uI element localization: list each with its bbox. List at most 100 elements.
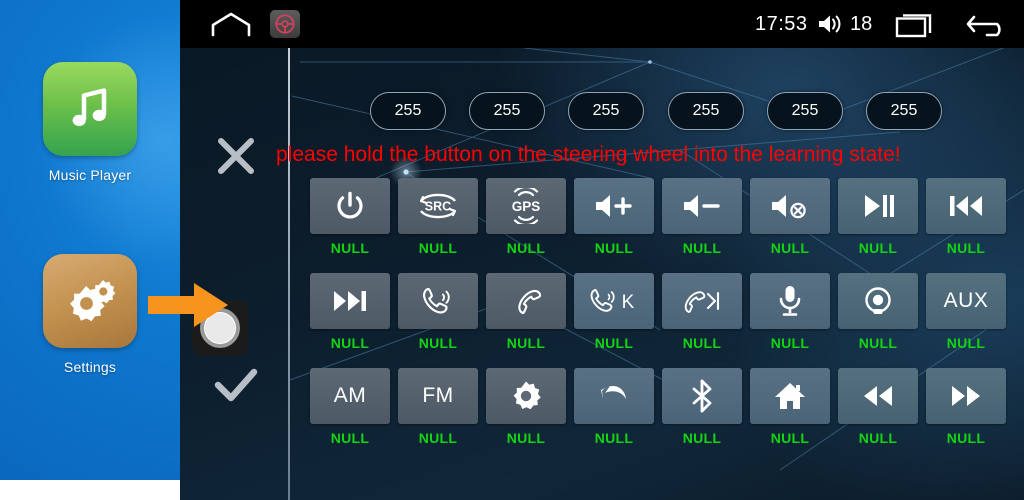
key-cell-home[interactable]: NULL (750, 368, 830, 446)
key-cell-src[interactable]: SRC NULL (398, 178, 478, 256)
key-label: NULL (594, 335, 634, 351)
volume-level: 18 (850, 12, 873, 35)
key-button[interactable] (926, 178, 1006, 234)
key-cell-camera[interactable]: NULL (838, 273, 918, 351)
next-track-icon (334, 291, 366, 311)
key-button[interactable] (750, 273, 830, 329)
key-cell-microphone[interactable]: NULL (750, 273, 830, 351)
key-button[interactable]: SRC (398, 178, 478, 234)
back-arrow-icon[interactable] (966, 0, 1012, 48)
key-button[interactable] (310, 178, 390, 234)
key-label: NULL (858, 430, 898, 446)
key-button[interactable] (486, 368, 566, 424)
key-button[interactable]: K (574, 273, 654, 329)
key-cell-answer-call[interactable]: NULL (398, 273, 478, 351)
key-cell-power[interactable]: NULL (310, 178, 390, 256)
key-button[interactable] (926, 368, 1006, 424)
gps-icon: GPS (512, 188, 540, 224)
key-cell-bluetooth[interactable]: NULL (662, 368, 742, 446)
adc-value-pill[interactable]: 255 (767, 92, 843, 130)
sidebar-item-label: Music Player (48, 167, 132, 183)
key-button[interactable] (750, 178, 830, 234)
key-label: NULL (946, 240, 986, 256)
adc-value-pill[interactable]: 255 (866, 92, 942, 130)
key-label: NULL (330, 335, 370, 351)
sidebar-item-music-player[interactable]: Music Player (0, 62, 180, 183)
learning-warning-text: please hold the button on the steering w… (276, 143, 901, 166)
key-button[interactable]: AUX (926, 273, 1006, 329)
key-cell-aux[interactable]: AUX NULL (926, 273, 1006, 351)
previous-track-icon (950, 196, 982, 216)
key-button[interactable] (310, 273, 390, 329)
key-button[interactable] (662, 178, 742, 234)
home-icon (775, 383, 805, 409)
key-cell-am[interactable]: AM NULL (310, 368, 390, 446)
key-button[interactable] (486, 273, 566, 329)
key-label: NULL (330, 430, 370, 446)
key-label: NULL (594, 240, 634, 256)
key-text: AUX (943, 289, 989, 312)
key-text: AM (333, 384, 367, 407)
sidebar-item-settings[interactable]: Settings (0, 254, 180, 375)
home-outline-icon[interactable] (210, 0, 252, 48)
volume-down-icon (684, 195, 720, 217)
key-cell-fm[interactable]: FM NULL (398, 368, 478, 446)
bluetooth-icon (692, 379, 712, 413)
key-button[interactable]: FM (398, 368, 478, 424)
steering-wheel-icon[interactable] (270, 0, 300, 48)
key-button[interactable]: GPS (486, 178, 566, 234)
app-sidebar: Music Player Settings (0, 0, 180, 500)
key-cell-hangup-skip[interactable]: NULL (662, 273, 742, 351)
key-button[interactable] (838, 178, 918, 234)
key-cell-call-k[interactable]: K NULL (574, 273, 654, 351)
microphone-icon (779, 286, 801, 316)
key-cell-back[interactable]: NULL (574, 368, 654, 446)
sidebar-item-label: Settings (63, 359, 117, 375)
back-icon (601, 386, 626, 399)
key-button[interactable] (750, 368, 830, 424)
key-cell-gps[interactable]: GPS NULL (486, 178, 566, 256)
key-cell-rewind[interactable]: NULL (838, 368, 918, 446)
key-cell-mute[interactable]: NULL (750, 178, 830, 256)
cancel-button[interactable] (208, 128, 264, 184)
hangup-skip-icon (684, 291, 720, 313)
key-cell-next-track[interactable]: NULL (310, 273, 390, 351)
key-button[interactable] (398, 273, 478, 329)
learn-record-button[interactable] (192, 300, 248, 356)
key-cell-play-pause[interactable]: NULL (838, 178, 918, 256)
key-label: NULL (770, 430, 810, 446)
key-label: NULL (506, 335, 546, 351)
key-cell-volume-up[interactable]: NULL (574, 178, 654, 256)
answer-call-icon (423, 287, 450, 314)
confirm-button[interactable] (208, 358, 264, 414)
key-button[interactable] (838, 368, 918, 424)
key-label: NULL (946, 335, 986, 351)
gear-icon (513, 381, 541, 410)
src-icon: SRC (419, 193, 457, 219)
key-button[interactable]: AM (310, 368, 390, 424)
key-cell-settings[interactable]: NULL (486, 368, 566, 446)
key-label: NULL (770, 240, 810, 256)
adc-value-pill[interactable]: 255 (370, 92, 446, 130)
close-x-icon (218, 138, 254, 174)
key-button[interactable] (662, 273, 742, 329)
adc-value-pill[interactable]: 255 (469, 92, 545, 130)
recents-icon[interactable] (894, 0, 936, 48)
key-button[interactable] (838, 273, 918, 329)
key-cell-previous-track[interactable]: NULL (926, 178, 1006, 256)
adc-value-pill[interactable]: 255 (668, 92, 744, 130)
key-button[interactable] (574, 178, 654, 234)
adc-value-pill[interactable]: 255 (568, 92, 644, 130)
key-cell-fast-forward[interactable]: NULL (926, 368, 1006, 446)
key-cell-volume-down[interactable]: NULL (662, 178, 742, 256)
key-button[interactable] (662, 368, 742, 424)
camera-icon (865, 287, 891, 314)
key-label: NULL (330, 240, 370, 256)
key-cell-hang-up[interactable]: NULL (486, 273, 566, 351)
key-label: NULL (418, 430, 458, 446)
key-button[interactable] (574, 368, 654, 424)
volume-icon[interactable] (817, 0, 845, 48)
key-label: NULL (418, 240, 458, 256)
key-label: NULL (594, 430, 634, 446)
key-label: NULL (858, 335, 898, 351)
